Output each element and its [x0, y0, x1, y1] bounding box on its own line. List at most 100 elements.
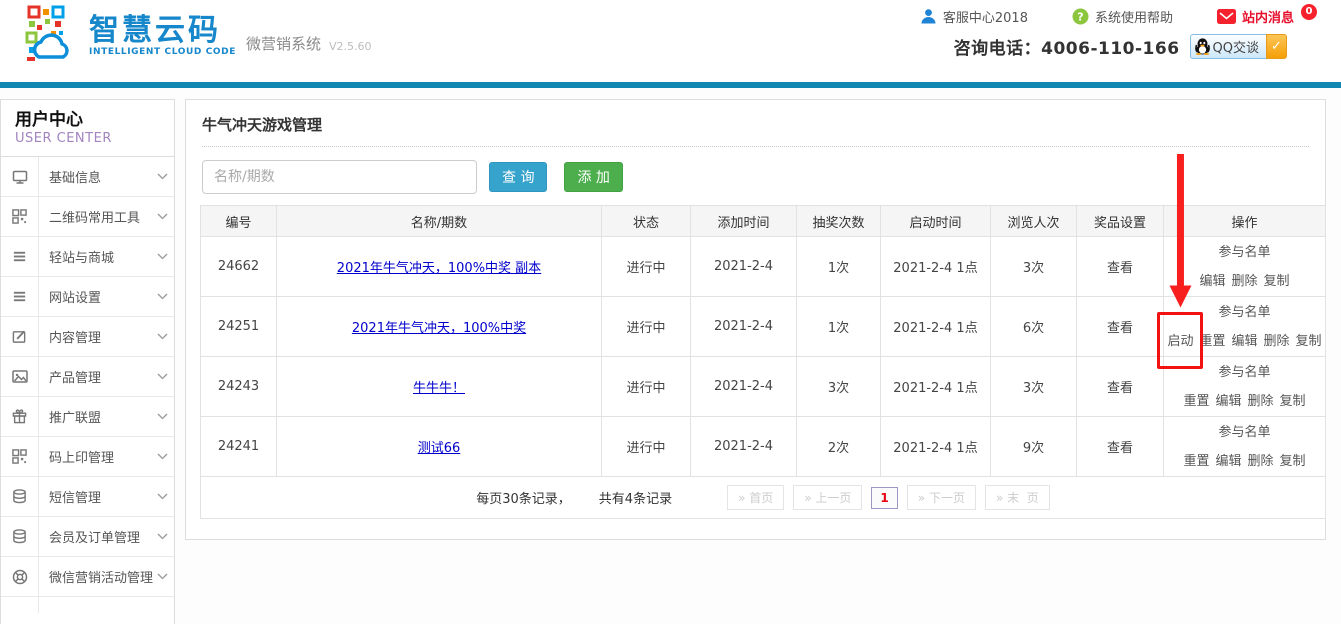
prize-view-link[interactable]: 查看 [1107, 441, 1133, 456]
sidebar-item-9[interactable]: 短信管理 [1, 477, 174, 517]
sidebar-item-10[interactable]: 会员及订单管理 [1, 517, 174, 557]
help-label: 系统使用帮助 [1095, 7, 1173, 26]
chevron-down-icon [157, 493, 168, 500]
cell-added-time: 2021-2-4 [691, 357, 797, 417]
prize-view-link[interactable]: 查看 [1107, 381, 1133, 396]
column-header: 状态 [602, 206, 691, 237]
op-link[interactable]: 编辑 [1231, 334, 1257, 349]
search-input[interactable] [202, 160, 477, 194]
accent-bar [0, 82, 1341, 88]
op-link[interactable]: 删除 [1248, 454, 1274, 469]
op-link[interactable]: 编辑 [1199, 274, 1225, 289]
table-row: 242512021年牛气冲天，100%中奖进行中2021-2-41次2021-2… [201, 297, 1326, 357]
query-button[interactable]: 查 询 [489, 162, 547, 192]
page: 智慧云码 INTELLIGENT CLOUD CODE 微营销系统 V2.5.6… [0, 0, 1341, 624]
op-link[interactable]: 复制 [1280, 454, 1306, 469]
service-center-link[interactable]: 客服中心2018 [920, 7, 1028, 26]
prize-view-link[interactable]: 查看 [1107, 261, 1133, 276]
participants-link[interactable]: 参与名单 [1218, 425, 1270, 440]
sidebar-item-label: 短信管理 [39, 487, 157, 506]
cell-id: 24251 [201, 297, 277, 357]
op-link[interactable]: 复制 [1280, 394, 1306, 409]
op-link[interactable]: 重置 [1183, 454, 1209, 469]
header-links: 客服中心2018 ? 系统使用帮助 站内消息 [920, 7, 1317, 26]
sidebar-menu: 基础信息二维码常用工具轻站与商城网站设置内容管理产品管理推广联盟码上印管理短信管… [1, 157, 174, 613]
sidebar-item-8[interactable]: 码上印管理 [1, 437, 174, 477]
help-link[interactable]: ? 系统使用帮助 [1072, 7, 1173, 26]
phone-row: 咨询电话：4006-110-166 [954, 34, 1287, 59]
column-header: 抽奖次数 [797, 206, 881, 237]
last-page-button[interactable]: » 末 页 [985, 485, 1050, 510]
participants-link[interactable]: 参与名单 [1218, 245, 1270, 260]
cell-start-time: 2021-2-4 1点 [881, 417, 991, 477]
chevron-down-icon [157, 453, 168, 460]
sidebar-header: 用户中心 USER CENTER [1, 100, 174, 157]
brand-tagline: INTELLIGENT CLOUD CODE [89, 47, 236, 57]
participants-link[interactable]: 参与名单 [1218, 365, 1270, 380]
first-page-button[interactable]: » 首页 [727, 485, 784, 510]
cell-view-count: 6次 [991, 297, 1077, 357]
cell-draw-count: 1次 [797, 237, 881, 297]
table-header-row: 编号名称/期数状态添加时间抽奖次数启动时间浏览人次奖品设置操作 [201, 206, 1326, 237]
column-header: 浏览人次 [991, 206, 1077, 237]
sidebar-item-label: 微信营销活动管理 [39, 567, 157, 586]
op-link[interactable]: 删除 [1231, 274, 1257, 289]
sidebar-subtitle: USER CENTER [15, 131, 160, 146]
sidebar-item-label: 网站设置 [39, 287, 157, 306]
sidebar: 用户中心 USER CENTER 基础信息二维码常用工具轻站与商城网站设置内容管… [0, 99, 175, 624]
add-button[interactable]: 添 加 [564, 162, 622, 192]
sidebar-item-7[interactable]: 推广联盟 [1, 397, 174, 437]
current-page-button[interactable]: 1 [871, 487, 897, 509]
op-link[interactable]: 编辑 [1215, 454, 1241, 469]
game-name-link[interactable]: 测试66 [418, 441, 461, 456]
op-link[interactable]: 重置 [1199, 334, 1225, 349]
messages-count-badge: 0 [1301, 4, 1317, 20]
phone-number: 咨询电话：4006-110-166 [954, 34, 1180, 59]
sidebar-item-5[interactable]: 内容管理 [1, 317, 174, 357]
op-link[interactable]: 复制 [1296, 334, 1322, 349]
sidebar-item-3[interactable]: 轻站与商城 [1, 237, 174, 277]
chevron-down-icon [157, 573, 168, 580]
pagination-row: 每页30条记录，共有4条记录» 首页» 上一页1» 下一页» 末 页 [201, 477, 1326, 519]
chevron-down-icon [157, 413, 168, 420]
participants-link[interactable]: 参与名单 [1218, 305, 1270, 320]
sidebar-item-1[interactable]: 基础信息 [1, 157, 174, 197]
cell-draw-count: 3次 [797, 357, 881, 417]
game-name-link[interactable]: 2021年牛气冲天，100%中奖 [352, 321, 526, 336]
cell-start-time: 2021-2-4 1点 [881, 297, 991, 357]
op-link[interactable]: 删除 [1248, 394, 1274, 409]
qrcode-icon [1, 437, 39, 476]
cell-status: 进行中 [602, 417, 691, 477]
sidebar-item-label: 推广联盟 [39, 407, 157, 426]
version-label: V2.5.60 [329, 40, 372, 53]
sidebar-item-11[interactable]: 微信营销活动管理 [1, 557, 174, 597]
launch-link[interactable]: 启动 [1167, 334, 1193, 349]
game-name-link[interactable]: 2021年牛气冲天，100%中奖 副本 [337, 261, 541, 276]
cell-added-time: 2021-2-4 [691, 297, 797, 357]
prize-view-link[interactable]: 查看 [1107, 321, 1133, 336]
game-name-link[interactable]: 牛牛牛！ [413, 381, 465, 396]
qq-chat-label: QQ交谈 [1213, 37, 1259, 56]
op-link[interactable]: 复制 [1264, 274, 1290, 289]
cell-view-count: 3次 [991, 237, 1077, 297]
qq-chat-button[interactable]: QQ交谈 ✓ [1190, 34, 1287, 59]
sidebar-item-label: 二维码常用工具 [39, 207, 157, 226]
sidebar-item-6[interactable]: 产品管理 [1, 357, 174, 397]
sidebar-item-4[interactable]: 网站设置 [1, 277, 174, 317]
sidebar-item-2[interactable]: 二维码常用工具 [1, 197, 174, 237]
cell-start-time: 2021-2-4 1点 [881, 237, 991, 297]
prev-page-button[interactable]: » 上一页 [793, 485, 862, 510]
sidebar-item-label: 基础信息 [39, 167, 157, 186]
sidebar-item-label: 内容管理 [39, 327, 157, 346]
messages-link[interactable]: 站内消息 0 [1217, 7, 1317, 26]
next-page-button[interactable]: » 下一页 [907, 485, 976, 510]
service-center-label: 客服中心2018 [943, 7, 1028, 26]
main-content: 牛气冲天游戏管理 查 询 添 加 编号名称/期数状态添加时间抽奖次数启动时间浏览… [185, 99, 1326, 540]
op-link[interactable]: 编辑 [1215, 394, 1241, 409]
column-header: 奖品设置 [1077, 206, 1164, 237]
op-link[interactable]: 删除 [1264, 334, 1290, 349]
op-link[interactable]: 重置 [1183, 394, 1209, 409]
chevron-down-icon [157, 293, 168, 300]
qq-verified-icon: ✓ [1266, 34, 1287, 59]
database-icon [1, 517, 39, 556]
